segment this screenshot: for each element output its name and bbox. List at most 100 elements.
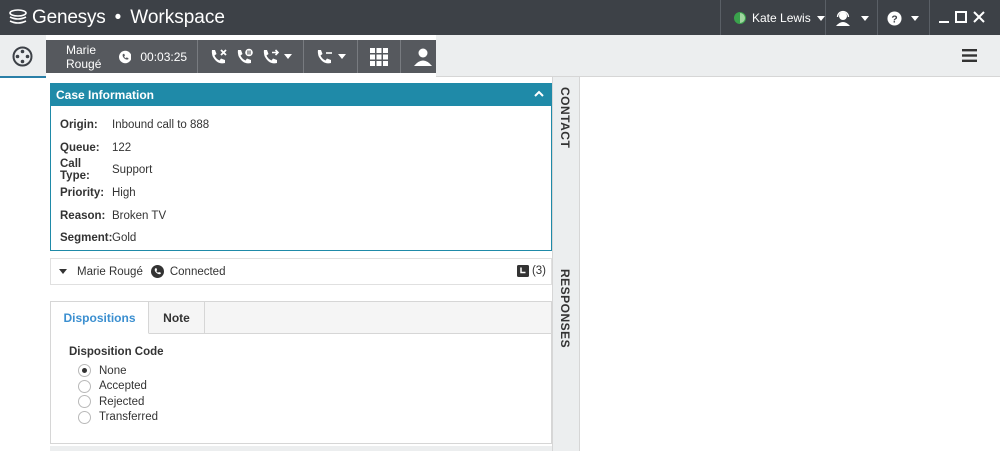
toolbar-area bbox=[436, 35, 1000, 77]
case-history-button[interactable]: (3) bbox=[516, 265, 546, 277]
tab-contact[interactable]: CONTACT bbox=[558, 87, 572, 148]
agent-status-icon bbox=[734, 12, 746, 24]
tab-dispositions[interactable]: Dispositions bbox=[51, 302, 149, 334]
left-rail bbox=[0, 35, 46, 77]
minimize-icon[interactable] bbox=[937, 10, 951, 24]
chevron-up-icon[interactable] bbox=[533, 88, 545, 100]
help-button[interactable]: ? bbox=[887, 9, 919, 27]
dispositions-body: Disposition Code None Accepted Rejected … bbox=[51, 334, 551, 425]
genesys-logo-icon bbox=[9, 9, 27, 24]
end-call-button[interactable] bbox=[209, 47, 229, 67]
case-label: Priority: bbox=[60, 187, 105, 200]
app-name: Workspace bbox=[130, 7, 225, 28]
svg-text:?: ? bbox=[891, 14, 897, 25]
disposition-code-title: Disposition Code bbox=[69, 346, 164, 358]
radio-label: Accepted bbox=[99, 380, 147, 393]
conference-call-button[interactable] bbox=[315, 47, 347, 67]
case-label: Queue: bbox=[60, 141, 100, 154]
interaction-party-name: Marie Rougé bbox=[66, 42, 102, 71]
case-row-queue: Queue: 122 bbox=[60, 137, 551, 160]
case-history-icon bbox=[516, 265, 529, 277]
brand-separator: • bbox=[114, 7, 122, 28]
case-information-panel: Case Information Origin: Inbound call to… bbox=[50, 83, 552, 251]
disposition-option-rejected[interactable]: Rejected bbox=[69, 394, 551, 410]
transfer-call-icon bbox=[263, 48, 280, 63]
case-value: Gold bbox=[112, 232, 137, 245]
hamburger-menu-icon[interactable] bbox=[962, 49, 977, 62]
case-row-segment: Segment: Gold bbox=[60, 227, 551, 250]
tab-note[interactable]: Note bbox=[149, 302, 205, 334]
case-value: Broken TV bbox=[112, 209, 167, 222]
user-menu[interactable]: Kate Lewis bbox=[734, 9, 825, 27]
case-label: Call Type: bbox=[60, 158, 90, 183]
end-call-icon bbox=[211, 48, 227, 63]
interaction-party[interactable]: Marie Rougé 00:03:25 bbox=[46, 40, 199, 73]
radio-button[interactable] bbox=[78, 410, 91, 424]
brand-name: Genesys bbox=[32, 7, 106, 28]
agent-status-button[interactable] bbox=[835, 9, 869, 27]
dispositions-panel: Dispositions Note Disposition Code None … bbox=[50, 301, 552, 444]
brand: Genesys • Workspace bbox=[8, 6, 225, 30]
case-label: Origin: bbox=[60, 119, 98, 132]
conference-actions bbox=[304, 40, 359, 73]
party-status: Connected bbox=[169, 265, 226, 278]
chevron-down-icon[interactable] bbox=[59, 269, 67, 274]
conference-call-icon bbox=[317, 49, 333, 63]
keypad-button[interactable] bbox=[369, 47, 389, 67]
add-party-icon bbox=[414, 48, 433, 66]
case-history-count: (3) bbox=[531, 265, 546, 277]
chevron-down-icon bbox=[284, 54, 293, 59]
case-row-priority: Priority: High bbox=[60, 182, 551, 205]
disposition-option-none[interactable]: None bbox=[69, 363, 551, 379]
case-value: High bbox=[112, 187, 136, 200]
disposition-option-transferred[interactable]: Transferred bbox=[69, 410, 551, 426]
titlebar-divider bbox=[825, 0, 826, 35]
case-information-rows: Origin: Inbound call to 888 Queue: 122 C… bbox=[51, 106, 551, 250]
case-label: Segment: bbox=[60, 232, 113, 245]
titlebar-divider bbox=[720, 0, 721, 35]
keypad-icon bbox=[370, 47, 389, 66]
case-row-origin: Origin: Inbound call to 888 bbox=[60, 114, 551, 137]
panel-bottom-strip bbox=[50, 446, 552, 451]
case-row-call-type: Call Type: Support bbox=[60, 158, 551, 183]
hold-call-button[interactable] bbox=[235, 47, 255, 67]
radio-label: Transferred bbox=[99, 411, 159, 424]
workspace-menu-icon[interactable] bbox=[12, 46, 33, 67]
chevron-down-icon bbox=[861, 15, 869, 21]
case-value: 122 bbox=[112, 141, 132, 154]
keypad-group bbox=[358, 40, 402, 73]
titlebar-divider bbox=[877, 0, 878, 35]
chevron-down-icon bbox=[816, 15, 825, 21]
chevron-down-icon bbox=[911, 15, 919, 21]
transfer-call-button[interactable] bbox=[261, 47, 293, 67]
party-row[interactable]: Marie Rougé Connected (3) bbox=[50, 258, 552, 285]
phone-icon bbox=[150, 265, 164, 278]
title-bar: Genesys • Workspace Kate Lewis ? bbox=[0, 0, 1000, 35]
close-icon[interactable] bbox=[972, 10, 986, 24]
disposition-option-accepted[interactable]: Accepted bbox=[69, 379, 551, 395]
radio-label: Rejected bbox=[99, 395, 145, 408]
case-information-header[interactable]: Case Information bbox=[51, 84, 551, 106]
hold-call-icon bbox=[237, 48, 253, 63]
radio-label: None bbox=[99, 364, 127, 377]
tab-responses[interactable]: RESPONSES bbox=[558, 269, 572, 348]
call-timer: 00:03:25 bbox=[140, 49, 188, 64]
radio-button[interactable] bbox=[78, 395, 91, 409]
phone-icon bbox=[118, 50, 132, 63]
side-tabs: CONTACT RESPONSES bbox=[552, 77, 580, 451]
headset-user-icon bbox=[836, 10, 850, 26]
call-actions bbox=[198, 40, 305, 73]
radio-button[interactable] bbox=[78, 364, 91, 378]
dispositions-tabs: Dispositions Note bbox=[51, 302, 551, 334]
help-icon: ? bbox=[887, 10, 902, 26]
case-value: Inbound call to 888 bbox=[112, 119, 210, 132]
divider bbox=[0, 77, 46, 78]
case-row-reason: Reason: Broken TV bbox=[60, 204, 551, 227]
chevron-down-icon bbox=[338, 54, 347, 59]
case-information-title: Case Information bbox=[56, 88, 155, 102]
radio-button[interactable] bbox=[78, 379, 91, 393]
interaction-bar: Marie Rougé 00:03:25 bbox=[46, 40, 446, 73]
party-name: Marie Rougé bbox=[77, 265, 143, 278]
case-label: Reason: bbox=[60, 209, 106, 222]
maximize-icon[interactable] bbox=[954, 10, 968, 24]
